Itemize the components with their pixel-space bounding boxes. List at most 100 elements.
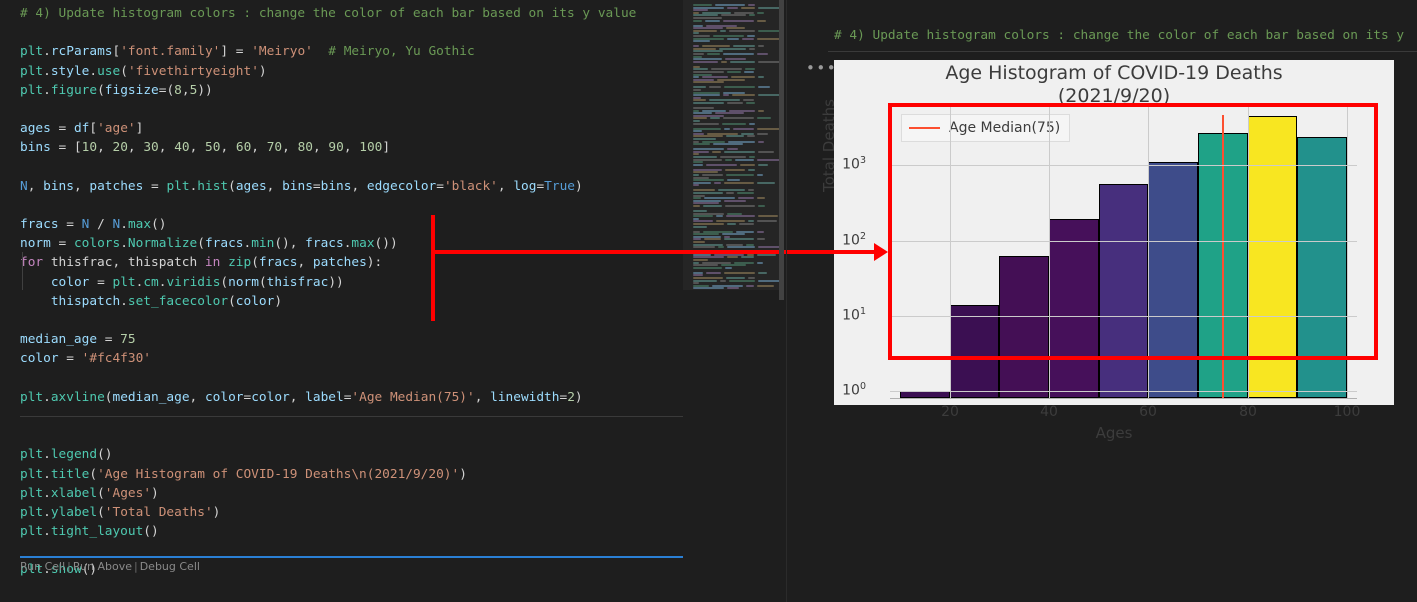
run-above-link[interactable]: Run Above: [73, 560, 132, 573]
histogram-bar: [999, 256, 1049, 398]
codelens-actions[interactable]: Run Cell | Run Above | Debug Cell: [20, 560, 200, 573]
chart-legend: Age Median(75): [901, 114, 1071, 142]
code-token: rcParams: [50, 44, 113, 60]
code-line[interactable]: # 4) Update histogram colors : change th…: [20, 4, 683, 23]
code-token: ,: [266, 178, 283, 194]
code-line[interactable]: fracs = N / N.max(): [20, 215, 683, 234]
code-token: = [: [50, 140, 82, 156]
code-line[interactable]: [20, 541, 683, 560]
code-token: )): [328, 274, 344, 290]
code-line[interactable]: for thisfrac, thispatch in zip(fracs, pa…: [20, 253, 683, 272]
code-line[interactable]: plt.rcParams['font.family'] = 'Meiryo' #…: [20, 42, 683, 61]
chart-axes: Age Median(75): [890, 107, 1357, 399]
output-cell-comment: # 4) Update histogram colors : change th…: [834, 28, 1405, 43]
code-token: figsize: [104, 82, 159, 98]
annotation-horizontal-line-minimap: [683, 250, 787, 254]
code-line[interactable]: bins = [10, 20, 30, 40, 50, 60, 70, 80, …: [20, 138, 683, 157]
code-token: min: [251, 236, 275, 252]
code-token: 70: [266, 140, 283, 156]
median-vline: [1221, 115, 1224, 398]
code-line[interactable]: [20, 426, 683, 445]
code-token: hist: [197, 178, 229, 194]
code-token: thispatch: [50, 293, 121, 309]
code-line[interactable]: plt.ylabel('Total Deaths'): [20, 503, 683, 522]
run-cell-link[interactable]: Run Cell: [20, 560, 65, 573]
code-token: patches: [312, 255, 367, 271]
output-cell-separator: [828, 51, 1417, 52]
x-axis-label: Ages: [1095, 424, 1133, 442]
code-token: 8: [174, 82, 182, 98]
code-token: 'font.family': [120, 44, 221, 60]
histogram-bar: [1297, 136, 1348, 398]
cell-separator: [20, 416, 683, 417]
code-line[interactable]: thispatch.set_facecolor(color): [20, 292, 683, 311]
code-token: .: [43, 504, 51, 520]
chart-title-line2: (2021/9/20): [1057, 85, 1171, 107]
code-token: df: [73, 121, 90, 137]
code-token: '#fc4f30': [81, 351, 151, 367]
code-token: plt: [20, 524, 44, 540]
code-token: color: [235, 293, 275, 309]
code-token: 'Ages': [104, 485, 152, 501]
code-line[interactable]: [20, 369, 683, 388]
code-token: 90: [328, 140, 344, 156]
annotation-vertical-line: [431, 215, 435, 321]
code-token: ylabel: [50, 504, 98, 520]
code-token: .: [120, 293, 128, 309]
code-token: .: [120, 217, 128, 233]
editor-scrollbar[interactable]: [779, 0, 784, 602]
code-line[interactable]: [20, 23, 683, 42]
code-token: ,: [289, 389, 306, 405]
minimap-viewport-slider[interactable]: [683, 0, 783, 290]
y-tick-label: 103: [842, 155, 866, 173]
histogram-bar: [1048, 218, 1099, 398]
code-token: edgecolor: [366, 178, 437, 194]
code-line[interactable]: [20, 311, 683, 330]
code-line[interactable]: [20, 196, 683, 215]
code-token: (: [228, 178, 236, 194]
code-token: (: [97, 504, 105, 520]
code-line[interactable]: [20, 100, 683, 119]
code-line[interactable]: color = '#fc4f30': [20, 349, 683, 368]
code-token: 'Meiryo': [251, 44, 313, 60]
code-token: norm: [20, 236, 51, 252]
code-line[interactable]: plt.axvline(median_age, color=color, lab…: [20, 388, 683, 407]
code-line[interactable]: plt.xlabel('Ages'): [20, 484, 683, 503]
code-token: =: [58, 217, 82, 233]
code-editor[interactable]: # 4) Update histogram colors : change th…: [0, 0, 683, 602]
code-token: 60: [235, 140, 252, 156]
histogram-bar: [1247, 115, 1298, 398]
debug-cell-link[interactable]: Debug Cell: [140, 560, 200, 573]
code-lines[interactable]: # 4) Update histogram colors : change th…: [20, 4, 683, 580]
code-line[interactable]: plt.title('Age Histogram of COVID-19 Dea…: [20, 465, 683, 484]
code-line[interactable]: ages = df['age']: [20, 119, 683, 138]
code-token: (: [97, 82, 105, 98]
code-line[interactable]: median_age = 75: [20, 330, 683, 349]
code-line[interactable]: N, bins, patches = plt.hist(ages, bins=b…: [20, 177, 683, 196]
code-token: 'Total Deaths': [104, 504, 213, 520]
code-token: ]: [220, 44, 229, 60]
code-line[interactable]: plt.style.use('fivethirtyeight'): [20, 62, 683, 81]
code-line[interactable]: plt.figure(figsize=(8,5)): [20, 81, 683, 100]
code-token: ): [574, 178, 583, 194]
scrollbar-thumb[interactable]: [779, 0, 784, 300]
code-line[interactable]: plt.tight_layout(): [20, 522, 683, 541]
legend-label: Age Median(75): [949, 120, 1061, 136]
code-token: style: [50, 63, 90, 79]
code-token: =: [50, 236, 74, 252]
code-token: viridis: [166, 274, 221, 290]
code-token: log: [513, 178, 537, 194]
code-line[interactable]: plt.legend(): [20, 445, 683, 464]
code-token: axvline: [50, 389, 105, 405]
code-token: (: [120, 63, 128, 79]
code-token: ,: [497, 178, 514, 194]
code-line[interactable]: [20, 158, 683, 177]
code-token: plt: [20, 389, 44, 405]
code-token: zip: [228, 255, 252, 271]
cell-overflow-ellipsis-icon[interactable]: •••: [806, 60, 836, 76]
code-line[interactable]: color = plt.cm.viridis(norm(thisfrac)): [20, 273, 683, 292]
code-token: 50: [205, 140, 221, 156]
code-token: .: [43, 524, 51, 540]
code-token: ):: [366, 255, 383, 271]
code-token: color: [20, 351, 59, 367]
